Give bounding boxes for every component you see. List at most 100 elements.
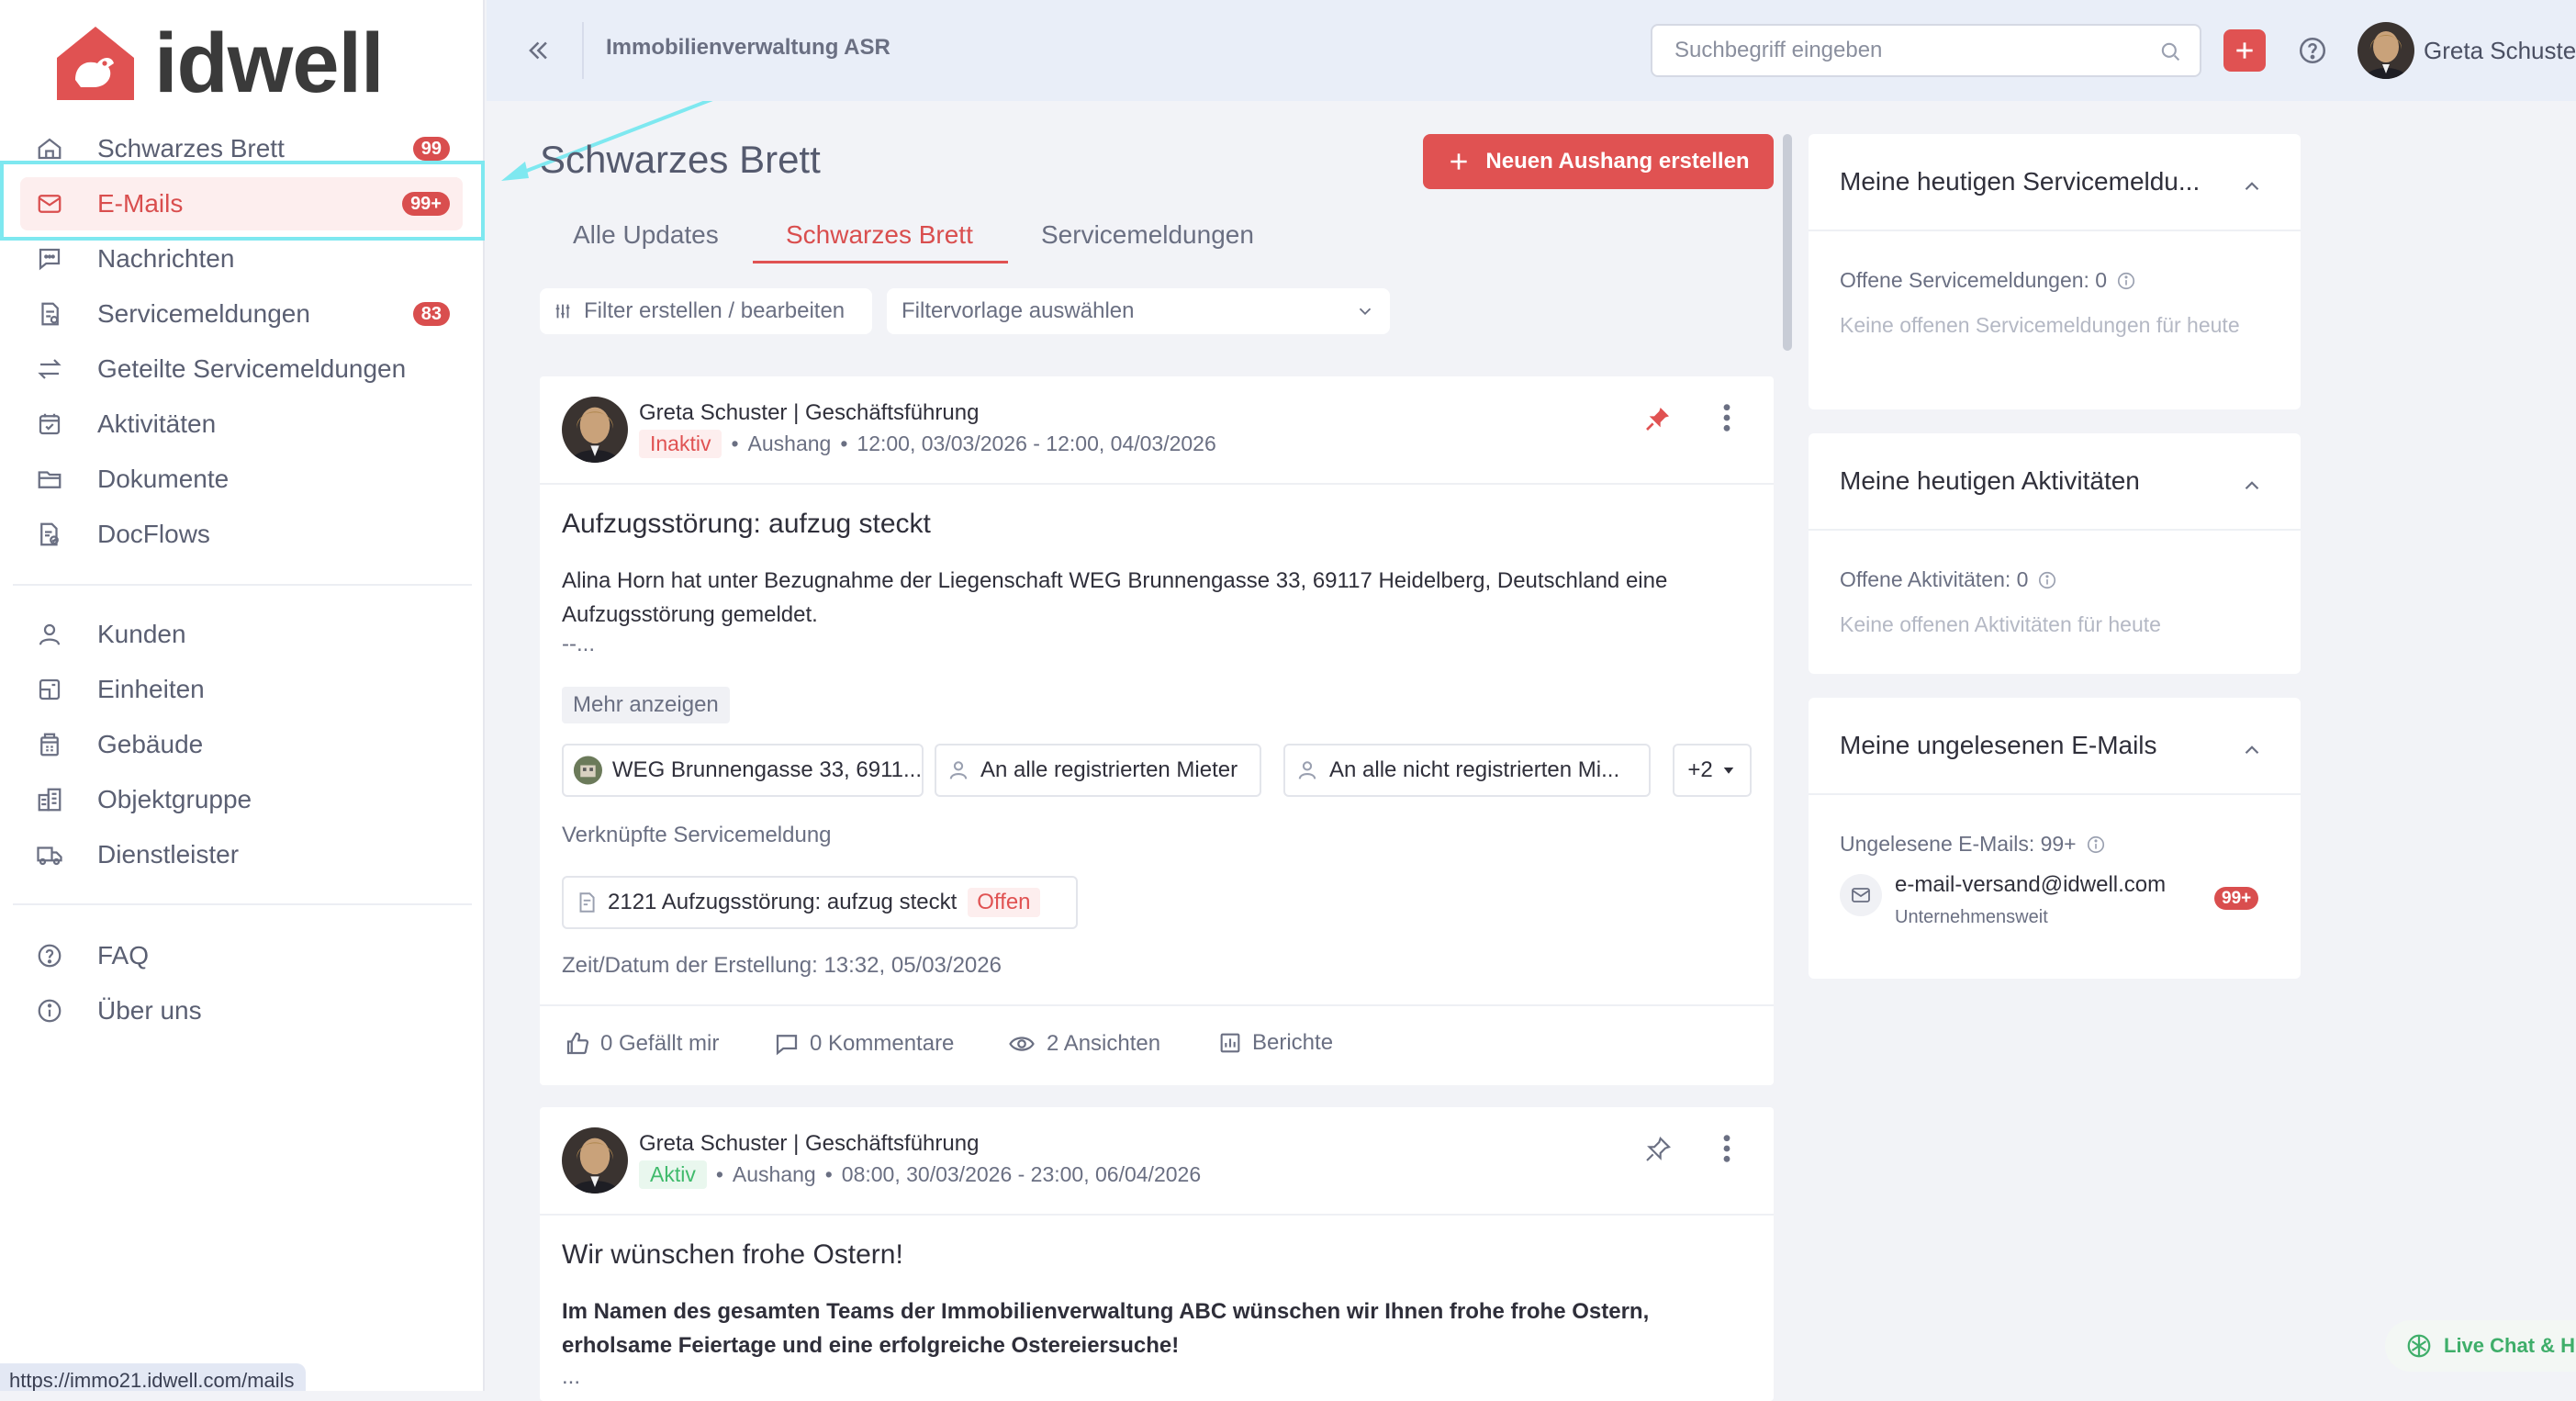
sidebar-item-kunden[interactable]: Kunden <box>20 608 463 661</box>
sidebar-item-label: Gebäude <box>97 730 204 758</box>
company-name: Immobilienverwaltung ASR <box>606 35 890 60</box>
comments-button[interactable]: 0 Kommentare <box>773 1030 954 1058</box>
card-title: Meine ungelesenen E-Mails <box>1840 731 2157 759</box>
views-button[interactable]: 2 Ansichten <box>1006 1030 1160 1058</box>
post-body: Im Namen des gesamten Teams der Immobili… <box>562 1299 1650 1358</box>
filter-button[interactable]: Filter erstellen / bearbeiten <box>540 288 872 334</box>
activities-today-card: Meine heutigen Aktivitäten Offene Aktivi… <box>1809 433 2301 674</box>
sidebar-item-faq[interactable]: FAQ <box>20 929 463 982</box>
post-author: Greta Schuster | Geschäftsführung <box>639 1131 980 1156</box>
like-count: 0 Gefällt mir <box>600 1031 720 1056</box>
search-icon[interactable] <box>2157 39 2183 64</box>
avatar <box>562 397 628 463</box>
mailbox-address[interactable]: e-mail-versand@idwell.com <box>1895 872 2166 898</box>
sidebar-item-objektgruppe[interactable]: Objektgruppe <box>20 773 463 826</box>
meta-separator: • <box>824 1162 833 1186</box>
card-title: Meine heutigen Aktivitäten <box>1840 466 2140 495</box>
comment-icon <box>776 1035 798 1056</box>
recipient-chip[interactable]: An alle registrierten Mieter <box>935 744 1261 797</box>
sidebar-item-label: Dokumente <box>97 465 230 493</box>
post-meta: Inaktiv • Aushang • 12:00, 03/03/2026 - … <box>639 430 1216 458</box>
more-recipients-button[interactable]: +2 <box>1673 744 1752 797</box>
report-chart-icon <box>1220 1033 1240 1053</box>
mailbox-scope: Unternehmensweit <box>1895 907 2048 927</box>
add-button[interactable] <box>2223 29 2266 72</box>
sidebar-item-aktivitaeten[interactable]: Aktivitäten <box>20 398 463 451</box>
pin-icon[interactable] <box>1643 404 1673 433</box>
sidebar-item-label: FAQ <box>97 941 150 969</box>
truck-icon <box>35 840 64 869</box>
more-options-icon[interactable] <box>1720 402 1733 433</box>
sidebar-item-servicemeldungen[interactable]: Servicemeldungen 83 <box>20 287 463 341</box>
live-chat-button[interactable]: Live Chat & H <box>2385 1320 2576 1372</box>
post-body-truncation: --... <box>562 632 595 656</box>
swap-icon <box>35 354 64 384</box>
recipient-chip[interactable]: An alle nicht registrierten Mi... <box>1283 744 1651 797</box>
info-icon[interactable] <box>2037 570 2057 590</box>
sidebar-item-geteilte-servicemeldungen[interactable]: Geteilte Servicemeldungen <box>20 342 463 396</box>
sidebar-item-label: Objektgruppe <box>97 785 252 813</box>
recipient-label: An alle registrierten Mieter <box>980 757 1238 782</box>
users-icon <box>1298 761 1316 779</box>
tab-schwarzes-brett[interactable]: Schwarzes Brett <box>786 220 973 250</box>
user-icon <box>35 620 64 649</box>
new-post-button[interactable]: Neuen Aushang erstellen <box>1423 134 1774 189</box>
sidebar-item-label: Einheiten <box>97 675 205 703</box>
filter-template-select[interactable]: Filtervorlage auswählen <box>887 288 1390 334</box>
folder-icon <box>35 465 64 494</box>
like-button[interactable]: 0 Gefällt mir <box>564 1030 719 1058</box>
linked-service-chip[interactable]: 2121 Aufzugsstörung: aufzug steckt Offen <box>562 876 1078 929</box>
post-period: 12:00, 03/03/2026 - 12:00, 04/03/2026 <box>857 432 1216 455</box>
sidebar-item-dokumente[interactable]: Dokumente <box>20 453 463 506</box>
collapse-sidebar-icon[interactable] <box>521 35 553 66</box>
sidebar-item-label: Über uns <box>97 996 202 1025</box>
help-icon[interactable] <box>2297 35 2328 66</box>
show-more-button[interactable]: Mehr anzeigen <box>562 687 730 723</box>
tab-servicemeldungen[interactable]: Servicemeldungen <box>1041 220 1254 250</box>
sidebar-item-gebaeude[interactable]: Gebäude <box>20 718 463 771</box>
reports-button[interactable]: Berichte <box>1217 1030 1333 1056</box>
recipient-label: An alle nicht registrierten Mi... <box>1329 757 1620 782</box>
chevron-up-icon[interactable] <box>2240 174 2264 198</box>
service-report-icon <box>35 299 64 329</box>
comment-count: 0 Kommentare <box>810 1031 955 1056</box>
pin-icon[interactable] <box>1643 1135 1673 1164</box>
sidebar-item-ueber-uns[interactable]: Über uns <box>20 984 463 1037</box>
unread-emails-card: Meine ungelesenen E-Mails Ungelesene E-M… <box>1809 698 2301 979</box>
avatar[interactable] <box>2358 22 2414 79</box>
open-activities-count: Offene Aktivitäten: 0 <box>1840 567 2029 591</box>
chevron-up-icon[interactable] <box>2240 474 2264 498</box>
post-title: Aufzugsstörung: aufzug steckt <box>562 509 931 539</box>
post-author: Greta Schuster | Geschäftsführung <box>639 400 980 425</box>
linked-service-title: 2121 Aufzugsstörung: aufzug steckt <box>608 890 958 914</box>
mail-icon <box>1852 888 1870 902</box>
divider <box>540 1214 1774 1216</box>
chevron-up-icon[interactable] <box>2240 738 2264 762</box>
divider <box>1809 529 2301 531</box>
post-type: Aushang <box>747 432 832 455</box>
search-input[interactable] <box>1652 26 2130 75</box>
sidebar-item-dienstleister[interactable]: Dienstleister <box>20 828 463 881</box>
card-title: Meine heutigen Servicemeldu... <box>1840 167 2201 196</box>
sidebar-item-label: Aktivitäten <box>97 409 217 438</box>
info-icon[interactable] <box>2086 835 2106 855</box>
sidebar-item-einheiten[interactable]: Einheiten <box>20 663 463 716</box>
meta-separator: • <box>715 1162 723 1186</box>
sliders-icon <box>555 304 570 319</box>
more-options-icon[interactable] <box>1720 1133 1733 1164</box>
sidebar-item-docflows[interactable]: DocFlows <box>20 508 463 561</box>
tab-alle-updates[interactable]: Alle Updates <box>573 220 719 250</box>
scrollbar[interactable] <box>1783 134 1792 351</box>
calendar-check-icon <box>35 409 64 439</box>
unit-icon <box>35 675 64 704</box>
post-type: Aushang <box>732 1162 816 1186</box>
divider <box>540 483 1774 485</box>
linked-service-label: Verknüpfte Servicemeldung <box>562 823 832 847</box>
user-name[interactable]: Greta Schuster <box>2424 37 2576 65</box>
new-post-button-label: Neuen Aushang erstellen <box>1485 149 1750 174</box>
status-bar-url: https://immo21.idwell.com/mails <box>0 1363 306 1391</box>
recipient-chip[interactable]: WEG Brunnengasse 33, 6911... <box>562 744 924 797</box>
post-card: Greta Schuster | Geschäftsführung Inakti… <box>540 376 1774 1085</box>
open-service-count-line: Offene Servicemeldungen: 0 <box>1840 268 2136 293</box>
info-icon[interactable] <box>2116 271 2136 291</box>
